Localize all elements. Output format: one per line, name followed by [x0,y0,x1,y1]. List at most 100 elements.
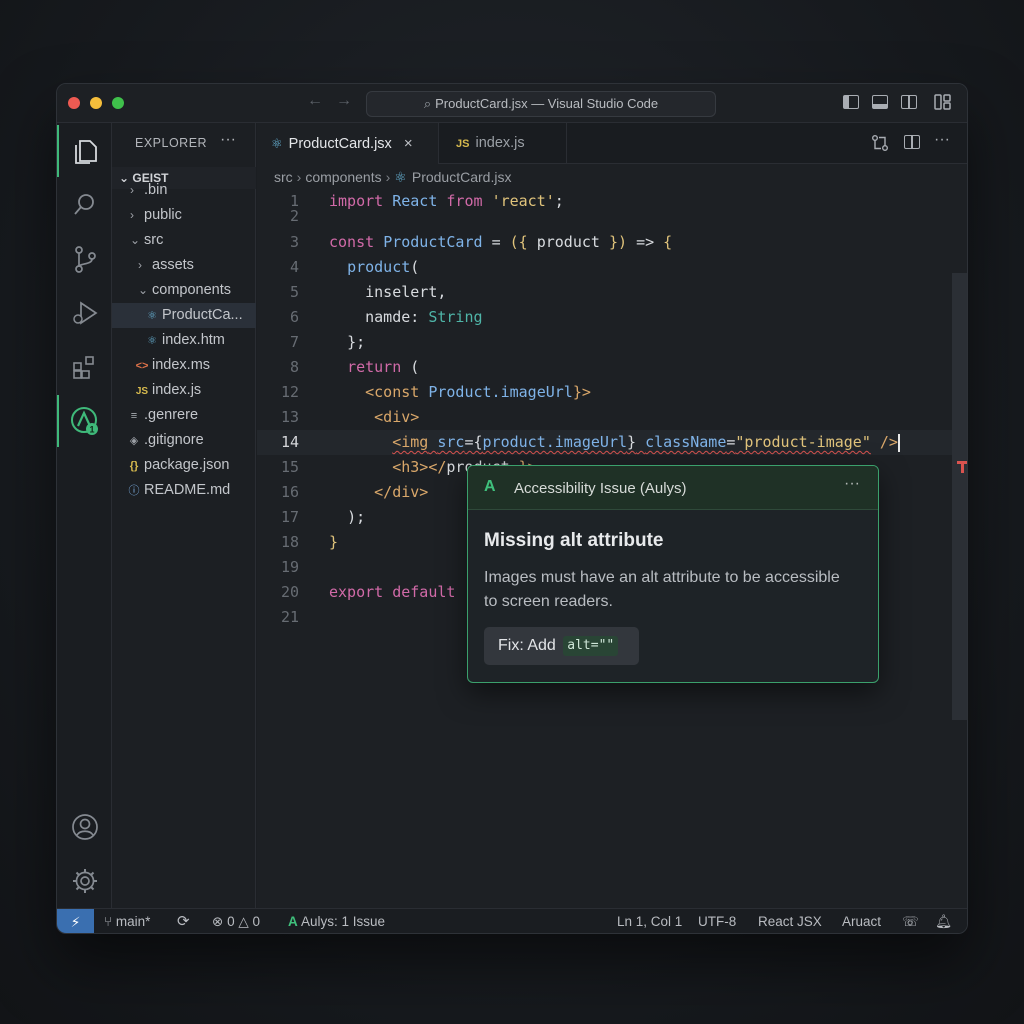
line-number: 17 [280,508,299,526]
code-text: ); [347,508,366,526]
warning-icon: △ [234,914,253,929]
tree-item-assets[interactable]: › assets [112,253,256,278]
tree-item-index-js[interactable]: JS index.js [112,378,256,403]
extension-status[interactable]: Aruact [842,909,881,933]
breadcrumb-components[interactable]: components [305,169,381,185]
language-mode[interactable]: React JSX [758,909,822,933]
code-line: 7 }; [257,330,967,355]
tree-item-label: src [144,232,164,248]
aulys-status[interactable]: A Aulys: 1 Issue [288,909,385,933]
tree-item-index-ms[interactable]: <> index.ms [112,353,256,378]
code-text: } [329,533,339,551]
code-text: product( [347,258,420,276]
problems-status[interactable]: ⊗ 0 △ 0 [212,909,260,933]
branch-status[interactable]: ⑂ main* [104,909,151,933]
line-number: 16 [280,483,299,501]
line-number: 8 [289,358,299,376]
breadcrumb-src[interactable]: src [274,169,293,185]
activity-source-control[interactable] [57,233,112,285]
toggle-primary-sidebar-icon[interactable] [843,95,859,109]
activity-search[interactable] [57,179,112,231]
run-debug-icon [72,301,98,325]
activity-bar: 1 [57,123,112,908]
line-number: 3 [289,233,299,251]
activity-aulys[interactable]: 1 [57,395,112,447]
breadcrumb: src › components › ⚛ ProductCard.jsx [274,169,511,186]
close-icon[interactable]: × [404,135,413,152]
code-line: 8 return ( [257,355,967,380]
code-line: 5 inselert, [257,280,967,305]
sync-icon[interactable]: ⟳ [177,909,190,933]
feedback-icon[interactable]: ☏ [902,909,919,933]
popup-header-title: Accessibility Issue (Aulys) [514,480,687,497]
more-actions-icon[interactable]: ··· [934,131,950,149]
tree-item-public[interactable]: › public [112,203,256,228]
back-arrow-icon[interactable]: ← [307,92,323,110]
tree-item-label: ProductCa... [162,307,243,323]
info-icon: ⓘ [128,485,140,497]
extensions-icon [72,356,94,379]
code-line: 3 const ProductCard = ({ product }) => { [257,230,967,255]
tab-productcard[interactable]: ⚛ ProductCard.jsx × [257,123,439,164]
cursor-position[interactable]: Ln 1, Col 1 [617,909,682,933]
aulys-logo-icon: A [484,478,496,495]
activity-explorer[interactable] [57,125,112,177]
tree-item-genrere[interactable]: ≡ .genrere [112,403,256,428]
fix-add-alt-button[interactable]: Fix: Add alt="" [484,627,639,665]
popup-more-button[interactable]: ··· [844,475,860,493]
tree-item-gitignore[interactable]: ◈ .gitignore [112,428,256,453]
activity-settings[interactable] [57,855,112,907]
tree-item-package-json[interactable]: {} package.json [112,453,256,478]
accessibility-issue-popup: A Accessibility Issue (Aulys) ··· Missin… [467,465,879,683]
tree-item-readme[interactable]: ⓘ README.md [112,478,256,503]
breadcrumb-file[interactable]: ProductCard.jsx [412,169,512,185]
tab-label: index.js [475,135,525,151]
chevron-right-icon: › [130,208,134,222]
code-line: 13 <div> [257,405,967,430]
remote-indicator-icon[interactable]: ⚡ [57,909,94,933]
code-text: <const Product.imageUrl}> [365,383,591,401]
tree-item-src[interactable]: ⌄ src [112,228,256,253]
line-number: 2 [289,207,299,225]
tab-index-js[interactable]: JS index.js [439,123,567,164]
encoding-status[interactable]: UTF-8 [698,909,736,933]
source-control-icon [74,246,96,273]
status-bar: ⚡ ⑂ main* ⟳ ⊗ 0 △ 0 A Aulys: 1 Issue Ln … [57,908,967,933]
forward-arrow-icon[interactable]: → [336,92,352,110]
toggle-panel-icon[interactable] [872,95,888,109]
customize-layout-icon[interactable] [934,94,952,110]
lines-icon: ≡ [130,410,138,422]
popup-header: A Accessibility Issue (Aulys) ··· [468,466,878,510]
tree-item-label: public [144,207,182,223]
close-window-button[interactable] [68,97,80,109]
tree-item-index-htm[interactable]: ⚛ index.htm [112,328,256,353]
toggle-secondary-sidebar-icon[interactable] [901,95,917,109]
activity-accounts[interactable] [57,801,112,853]
tree-item-productcard[interactable]: ⚛ ProductCa... [112,303,256,328]
bell-icon[interactable]: 🔔︎ [935,909,952,933]
chevron-right-icon: › [296,169,302,185]
account-icon [71,814,98,840]
split-editor-icon[interactable] [904,135,920,149]
editor-scrollbar[interactable] [952,273,967,720]
tree-item-bin[interactable]: › .bin [112,180,256,200]
search-icon [73,194,94,215]
tree-item-components[interactable]: ⌄ components [112,278,256,303]
chevron-right-icon: › [138,258,142,272]
activity-run-debug[interactable] [57,287,112,339]
chevron-down-icon: ⌄ [138,283,149,297]
tree-item-label: .genrere [144,407,199,423]
branch-name: main* [115,914,151,929]
code-text: <div> [374,408,420,426]
compare-changes-icon[interactable] [871,134,889,152]
command-center[interactable]: ⌕ ProductCard.jsx — Visual Studio Code [366,91,716,117]
code-line: 6 namde: String [257,305,967,330]
maximize-window-button[interactable] [112,97,124,109]
line-number: 18 [280,533,299,551]
code-text: </div> [374,483,429,501]
tab-label: ProductCard.jsx [288,136,392,152]
explorer-more-button[interactable]: ··· [220,131,236,149]
minimize-window-button[interactable] [90,97,102,109]
activity-extensions[interactable] [57,341,112,393]
tree-item-label: README.md [144,482,231,498]
